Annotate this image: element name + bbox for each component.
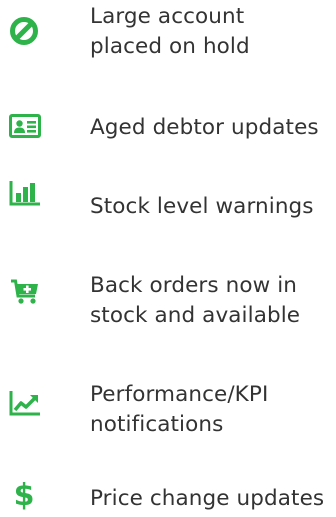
item-label: Performance/KPI notifications [90,382,269,437]
item-label: Price change updates [90,486,325,511]
prohibited-icon [9,16,45,46]
contact-card-icon [9,114,45,144]
svg-text:$: $ [14,478,35,510]
trend-up-icon [9,390,45,420]
dollar-icon: $ [12,478,48,510]
cart-add-icon [10,279,46,309]
item-label: Aged debtor updates [90,115,319,140]
item-label: Stock level warnings [90,194,314,219]
item-label: Back orders now in stock and available [90,273,301,328]
item-label: Large account placed on hold [90,4,250,59]
bar-chart-icon [9,180,45,210]
